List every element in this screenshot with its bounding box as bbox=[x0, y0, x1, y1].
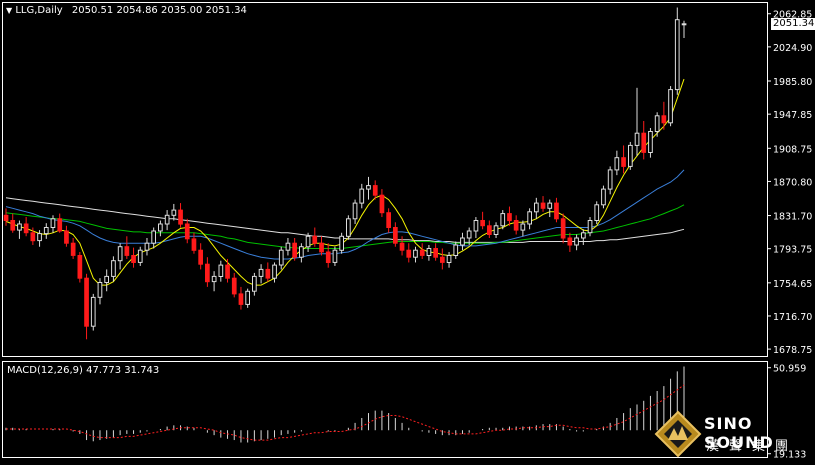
price-tick-label: 1831.70 bbox=[773, 212, 812, 223]
current-price-tag: 2051.34 bbox=[771, 18, 815, 30]
price-tick-label: 1793.75 bbox=[773, 245, 812, 256]
chart-header: ▼ LLG,Daily 2050.51 2054.86 2035.00 2051… bbox=[6, 5, 247, 16]
price-tick-label: 1754.65 bbox=[773, 279, 812, 290]
candle bbox=[628, 141, 633, 170]
candle bbox=[77, 251, 83, 283]
price-tick-label: 1678.75 bbox=[773, 345, 812, 356]
price-tick-label: 1870.80 bbox=[773, 177, 812, 188]
price-tick-label: 1908.75 bbox=[773, 144, 812, 155]
price-tick-label: 1985.80 bbox=[773, 77, 812, 88]
candle bbox=[594, 201, 600, 225]
logo-chinese: 漢聲集團 bbox=[706, 439, 799, 454]
dropdown-arrow-icon[interactable]: ▼ bbox=[6, 6, 12, 15]
candle bbox=[339, 232, 344, 254]
chart-root: 2062.85 2024.90 1985.80 1947.85 1908.75 1870.… bbox=[0, 0, 815, 461]
symbol-label: LLG,Daily bbox=[15, 5, 63, 16]
sino-sound-logo: SINO SOUND 漢聲集團 bbox=[652, 408, 812, 458]
candle bbox=[90, 293, 96, 331]
candle bbox=[601, 185, 606, 209]
candle bbox=[668, 86, 673, 127]
macd-tick-label: 50.959 bbox=[773, 364, 806, 375]
price-tick-label: 1716.70 bbox=[773, 312, 812, 323]
ohlc-label: 2050.51 2054.86 2035.00 2051.34 bbox=[71, 5, 247, 16]
price-tick-label: 2024.90 bbox=[773, 43, 812, 54]
price-tick-label: 1947.85 bbox=[773, 110, 812, 121]
candle bbox=[346, 215, 351, 240]
chart-canvas: 2062.852024.901985.801947.851908.751870.… bbox=[0, 0, 815, 461]
macd-header: MACD(12,26,9) 47.773 31.743 bbox=[7, 365, 160, 376]
candle bbox=[674, 7, 680, 95]
diamond-logo-icon bbox=[654, 410, 702, 458]
